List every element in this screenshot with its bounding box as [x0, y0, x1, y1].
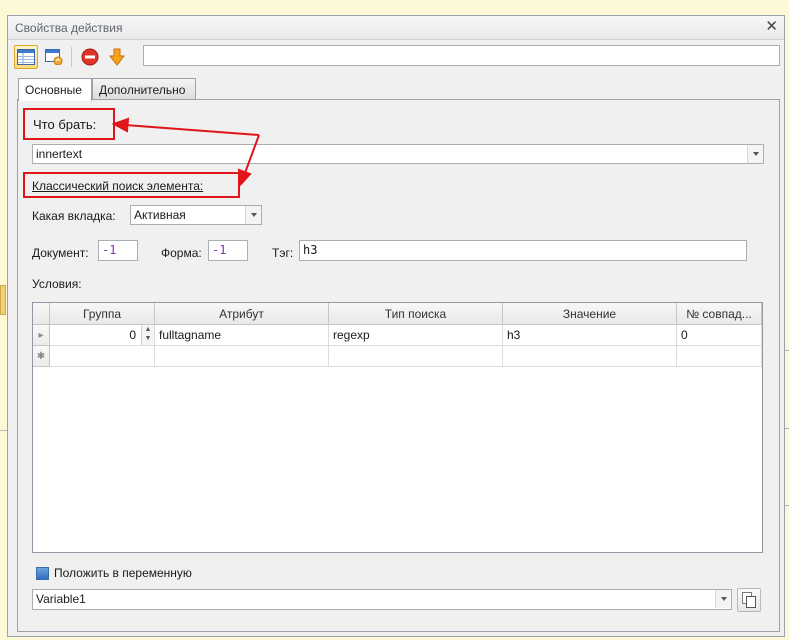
cell-value: 0 — [129, 328, 136, 342]
row-pointer-icon: ▸ — [38, 329, 44, 341]
toolbar — [8, 41, 784, 73]
conditions-label: Условия: — [32, 277, 82, 291]
close-icon: ✕ — [765, 18, 778, 35]
new-row-cell[interactable] — [503, 346, 677, 367]
document-label: Документ: — [32, 246, 89, 260]
window-title: Свойства действия — [15, 21, 123, 35]
arrow-down-icon — [108, 48, 126, 66]
grid-corner — [33, 303, 50, 325]
execute-button[interactable] — [105, 45, 129, 69]
title-bar[interactable]: Свойства действия ✕ — [8, 16, 784, 40]
new-row-cell[interactable] — [155, 346, 329, 367]
dropdown-button[interactable] — [245, 206, 261, 224]
action-properties-dialog: Свойства действия ✕ Основные Дополнитель… — [7, 15, 785, 637]
classic-search-link[interactable]: Классический поиск элемента: — [32, 179, 203, 193]
properties-view-button[interactable] — [14, 45, 38, 69]
form-value: -1 — [212, 243, 227, 257]
current-row-indicator[interactable]: ▸ — [33, 325, 50, 346]
document-value: -1 — [102, 243, 117, 257]
variable-value: Variable1 — [36, 592, 86, 606]
column-header-match-number[interactable]: № совпад... — [677, 303, 762, 325]
column-header-attribute[interactable]: Атрибут — [155, 303, 329, 325]
conditions-grid[interactable]: Группа Атрибут Тип поиска Значение № сов… — [32, 302, 763, 553]
tab-selector-combo[interactable]: Активная — [130, 205, 262, 225]
chevron-down-icon — [720, 597, 727, 601]
table-cell-match-number[interactable]: 0 — [677, 325, 762, 346]
group-spinner[interactable]: ▲ ▼ — [141, 325, 154, 345]
tab-selector-value: Активная — [134, 208, 186, 222]
window-refresh-icon — [45, 49, 63, 65]
background-strip — [0, 285, 6, 315]
column-header-group[interactable]: Группа — [50, 303, 155, 325]
tab-selector-label: Какая вкладка: — [32, 209, 116, 223]
table-icon — [17, 49, 35, 65]
toolbar-separator — [71, 47, 72, 67]
chevron-down-icon — [752, 152, 759, 156]
new-row-cell[interactable] — [677, 346, 762, 367]
document-field[interactable]: -1 — [98, 240, 138, 261]
dropdown-button[interactable] — [747, 145, 763, 163]
toolbar-field[interactable] — [143, 45, 780, 66]
what-to-take-value: innertext — [36, 147, 83, 161]
variable-combo[interactable]: Variable1 — [32, 589, 732, 610]
tab-basic[interactable]: Основные — [18, 78, 92, 101]
new-row-cell[interactable] — [329, 346, 503, 367]
what-to-take-label: Что брать: — [33, 117, 97, 132]
table-cell-attribute[interactable]: fulltagname — [155, 325, 329, 346]
save-to-variable-checkbox[interactable] — [36, 567, 49, 580]
form-field[interactable]: -1 — [208, 240, 248, 261]
what-to-take-combo[interactable]: innertext — [32, 144, 764, 164]
table-cell-search-type[interactable]: regexp — [329, 325, 503, 346]
dropdown-button[interactable] — [715, 590, 731, 608]
tab-advanced[interactable]: Дополнительно — [92, 78, 196, 100]
column-header-search-type[interactable]: Тип поиска — [329, 303, 503, 325]
tag-label: Тэг: — [272, 246, 294, 260]
save-to-variable-label[interactable]: Положить в переменную — [54, 566, 192, 580]
table-cell-value[interactable]: h3 — [503, 325, 677, 346]
table-cell-group[interactable]: 0 ▲ ▼ — [50, 325, 155, 346]
column-header-value[interactable]: Значение — [503, 303, 677, 325]
chevron-down-icon — [250, 213, 257, 217]
form-label: Форма: — [161, 246, 202, 260]
tag-value: h3 — [303, 243, 318, 257]
tag-field[interactable]: h3 — [299, 240, 747, 261]
close-button[interactable]: ✕ — [765, 19, 778, 35]
stop-button[interactable] — [78, 45, 102, 69]
stop-icon — [81, 48, 99, 66]
new-row-indicator[interactable]: ✱ — [33, 346, 50, 367]
new-row-cell[interactable] — [50, 346, 155, 367]
copy-icon — [742, 592, 756, 608]
action-code-button[interactable] — [42, 45, 66, 69]
copy-variable-button[interactable] — [737, 588, 761, 612]
asterisk-icon: ✱ — [36, 350, 46, 362]
